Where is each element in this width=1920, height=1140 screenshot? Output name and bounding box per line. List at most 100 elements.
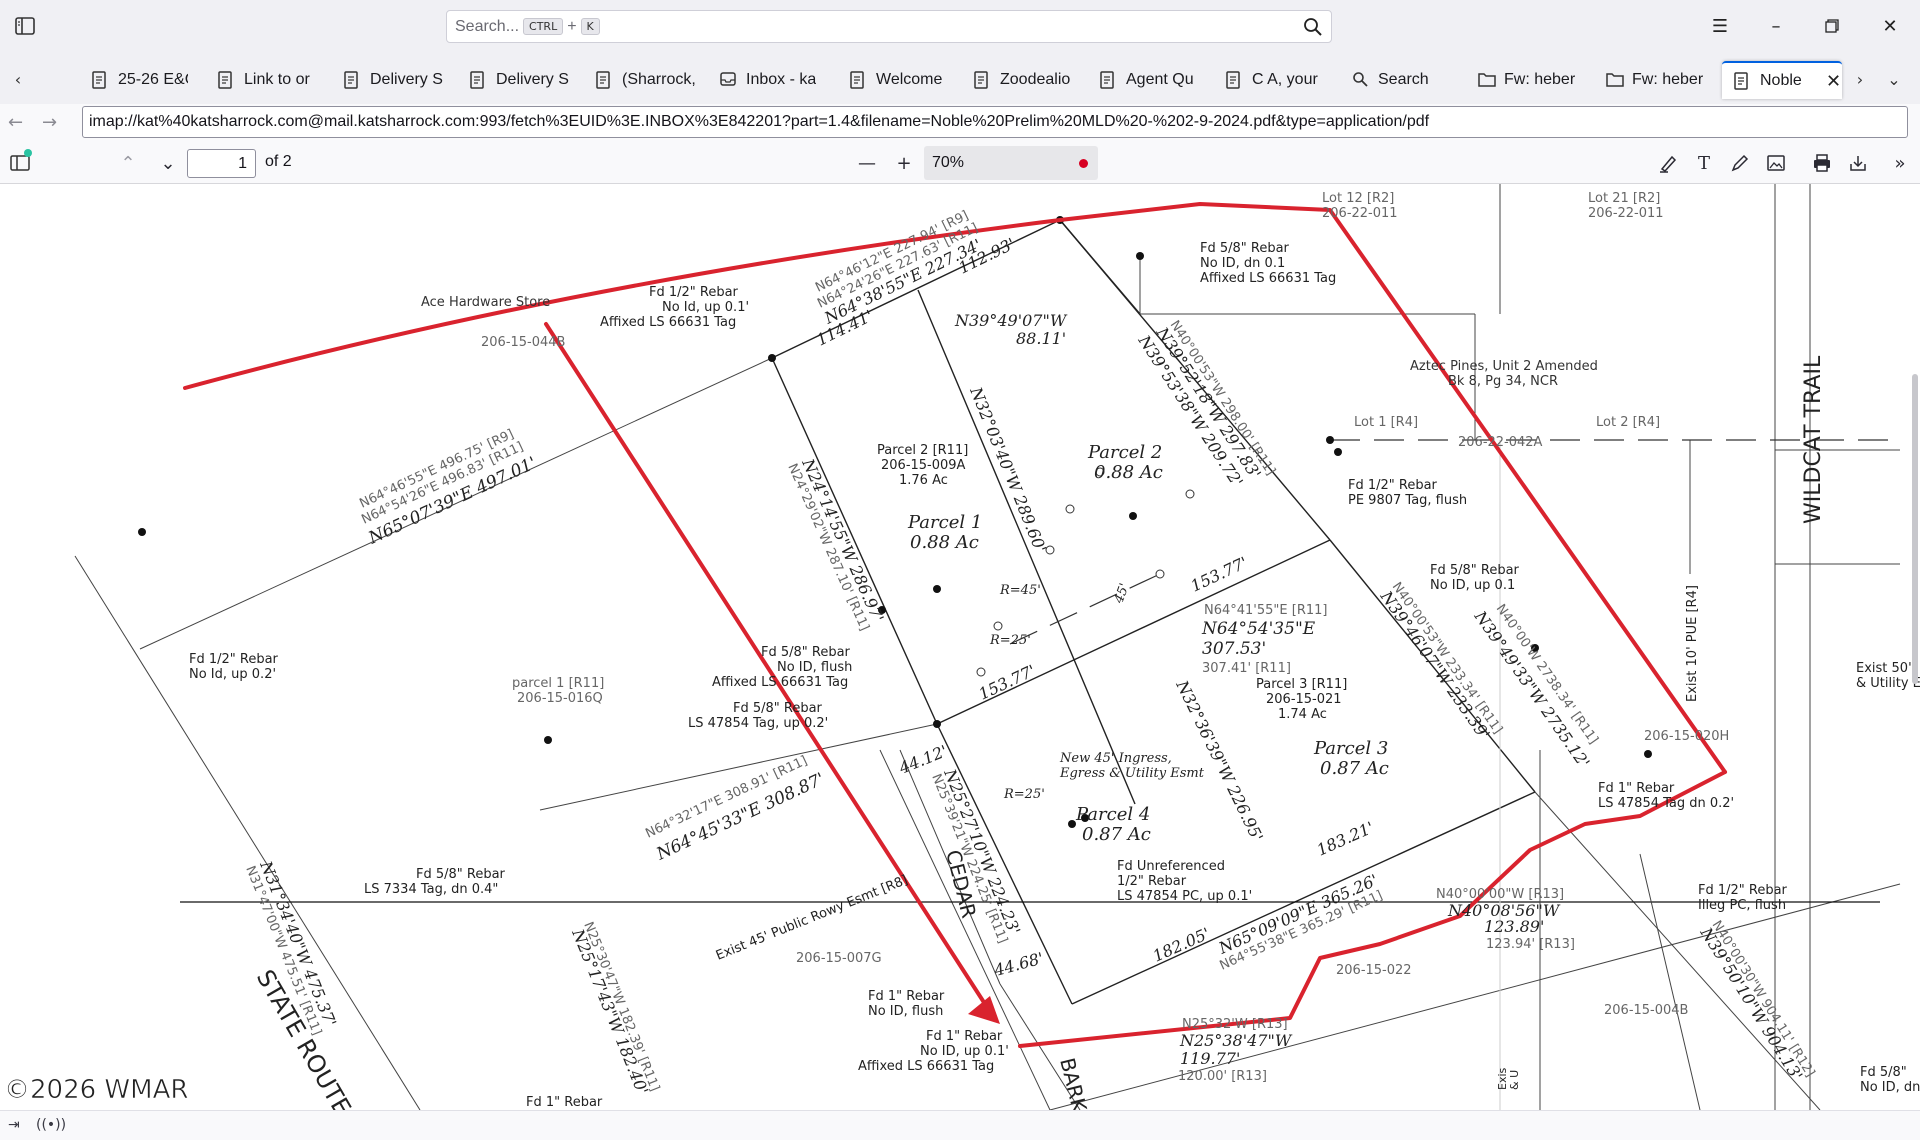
parcel3-area: 0.87 Ac: [1320, 758, 1389, 779]
bearing-40-d: N39°49'33"W 2735.12': [1470, 607, 1593, 772]
lot21-label: Lot 21 [R2]: [1588, 191, 1660, 206]
zoom-indicator-dot: [1079, 159, 1088, 168]
url-field[interactable]: imap://kat%40katsharrock.com@mail.katsha…: [82, 106, 1908, 138]
tab-label: (Sharrock,: [622, 71, 696, 88]
parcel4-label: Parcel 4: [1075, 804, 1150, 825]
shortcut-key-k: K: [580, 18, 600, 35]
tab-11[interactable]: Fw: heber: [1478, 61, 1590, 99]
pdf-tab-icon: [344, 71, 360, 89]
tab-label: Welcome: [876, 71, 943, 88]
zoom-in-icon[interactable]: +: [892, 151, 916, 175]
pdf-tab-icon: [1100, 71, 1116, 89]
tab-scroll-right-icon[interactable]: ›: [1850, 67, 1870, 91]
restore-icon[interactable]: [1818, 12, 1846, 40]
tab-10[interactable]: Search: [1352, 61, 1456, 99]
search-icon[interactable]: [1303, 17, 1323, 37]
dist-153a: 153.77': [1188, 553, 1251, 596]
expand-panel-icon[interactable]: ⇥: [8, 1117, 28, 1135]
rebar-ne-3: Affixed LS 66631 Tag: [1200, 271, 1336, 286]
lot12-label: Lot 12 [R2]: [1322, 191, 1394, 206]
tab-9[interactable]: C A, your: [1226, 61, 1330, 99]
rebar-w-2: No Id, up 0.2': [189, 667, 276, 682]
tab-8[interactable]: Agent Qu: [1100, 61, 1204, 99]
dist-123-r13: 123.94' [R13]: [1486, 937, 1575, 952]
folder-icon: [1478, 71, 1496, 89]
tab-6[interactable]: Welcome: [850, 61, 960, 99]
lot1-label: Lot 1 [R4]: [1354, 415, 1418, 430]
pdf-tab-icon: [92, 71, 108, 89]
pdf-tab-icon: [218, 71, 234, 89]
close-icon[interactable]: ✕: [1876, 12, 1904, 40]
ace-hardware-label: Ace Hardware Store: [421, 295, 550, 310]
tab-4[interactable]: (Sharrock,: [596, 61, 700, 99]
rebar-flush-3: Affixed LS 66631 Tag: [712, 675, 848, 690]
rebar-nw-3: Affixed LS 66631 Tag: [600, 315, 736, 330]
tab-close-icon[interactable]: ✕: [1826, 71, 1841, 92]
more-tools-icon[interactable]: »: [1888, 151, 1912, 175]
tab-list-chevron-down-icon[interactable]: ⌄: [1884, 67, 1904, 91]
print-icon[interactable]: [1810, 151, 1834, 175]
pdf-tab-icon: [1734, 72, 1750, 90]
zoom-select[interactable]: 70%: [924, 146, 1098, 180]
watermark: ©2026 WMAR: [4, 1075, 188, 1105]
tab-12[interactable]: Fw: heber: [1606, 61, 1718, 99]
pdf-tab-icon: [974, 71, 990, 89]
parcel4-area: 0.87 Ac: [1082, 824, 1151, 845]
draw-icon[interactable]: [1728, 151, 1752, 175]
next-page-icon[interactable]: ⌄: [156, 151, 180, 175]
page-number-input[interactable]: 1: [187, 149, 256, 178]
rebar-ne-1: Fd 5/8" Rebar: [1200, 241, 1290, 256]
rebar-bottom-3: Affixed LS 66631 Tag: [858, 1059, 994, 1074]
previous-page-icon[interactable]: ⌃: [116, 151, 140, 175]
save-icon[interactable]: [1846, 151, 1870, 175]
text-icon[interactable]: T: [1692, 151, 1716, 175]
connection-status-icon[interactable]: ((•)): [36, 1117, 66, 1135]
dist-45: 45': [1111, 581, 1132, 606]
parcel2-r11-1: Parcel 2 [R11]: [877, 443, 968, 458]
highlight-icon[interactable]: [1656, 151, 1680, 175]
apn-042a: 206-22-042A: [1458, 435, 1543, 450]
radius-25a: R=25': [989, 633, 1031, 648]
title-bar: Search... CTRL + K ☰ – ✕: [0, 0, 1920, 53]
tab-1[interactable]: Link to or: [218, 61, 322, 99]
vertical-scrollbar[interactable]: [1912, 374, 1918, 684]
back-icon[interactable]: ←: [8, 112, 28, 133]
parcel2-r11-2: 206-15-009A: [881, 458, 966, 473]
tab-2[interactable]: Delivery S: [344, 61, 448, 99]
pdf-tab-icon: [1226, 71, 1242, 89]
apn-004b: 206-15-004B: [1604, 1003, 1688, 1018]
minimize-icon[interactable]: –: [1762, 12, 1790, 40]
image-icon[interactable]: [1764, 151, 1788, 175]
forward-icon[interactable]: →: [42, 112, 62, 133]
tab-5[interactable]: Inbox - ka: [720, 61, 824, 99]
tab-7[interactable]: Zoodealio: [974, 61, 1078, 99]
tab-0[interactable]: 25-26 E&C: [92, 61, 188, 99]
exist-10-pue: Exist 10' PUE [R4]: [1685, 585, 1700, 702]
zoom-out-icon[interactable]: —: [855, 151, 879, 175]
global-search-input[interactable]: Search... CTRL + K: [446, 10, 1332, 43]
rebar-pe-1: Fd 1/2" Rebar: [1348, 478, 1438, 493]
rebar-7334-2: LS 7334 Tag, dn 0.4": [364, 882, 498, 897]
rebar-illeg-2: Illeg PC, flush: [1698, 898, 1786, 913]
aztec-pines-label: Aztec Pines, Unit 2 Amended: [1410, 359, 1598, 374]
folder-icon: [1606, 71, 1624, 89]
bearing-mid-3: 307.53': [1202, 639, 1266, 659]
pdf-sidebar-toggle-icon[interactable]: [8, 149, 32, 175]
tab-3[interactable]: Delivery S: [470, 61, 574, 99]
pdf-tab-icon: [596, 71, 612, 89]
rebar-flush2-1: Fd 1" Rebar: [868, 989, 945, 1004]
rebar-br-2: No ID, dn: [1860, 1080, 1920, 1095]
tab-scroll-left-icon[interactable]: ‹: [8, 67, 28, 91]
radius-45: R=45': [999, 583, 1041, 598]
tab-label: Noble: [1760, 72, 1802, 89]
sidebar-toggle-icon[interactable]: [12, 14, 38, 38]
rebar-w-1: Fd 1/2" Rebar: [189, 652, 279, 667]
menu-icon[interactable]: ☰: [1706, 12, 1734, 40]
pdf-viewport[interactable]: Lot 12 [R2] 206-22-011 Lot 21 [R2] 206-2…: [0, 184, 1920, 1110]
bearing-n32-36: N32°36'39"W 226.95': [1172, 677, 1267, 845]
bearing-40-a: N40°00'53"W 233.34' [R11]: [1389, 580, 1505, 737]
parcel1-label: Parcel 1: [907, 512, 982, 533]
tab-label: Delivery S: [496, 71, 569, 88]
tab-13[interactable]: Noble ✕: [1722, 61, 1842, 99]
unref-rebar-1: Fd Unreferenced: [1117, 859, 1225, 874]
